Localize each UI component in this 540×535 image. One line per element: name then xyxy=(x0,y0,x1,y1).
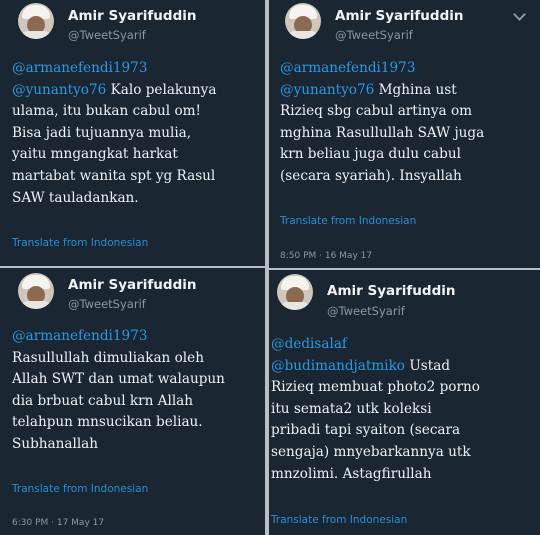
tweet-body: @armanefendi1973 @yunantyo76 Mghina ust … xyxy=(280,58,484,188)
translate-link[interactable]: Translate from Indonesian xyxy=(12,483,148,495)
tweet-text-line: pribadi tapi syaiton (secara xyxy=(271,422,461,439)
avatar[interactable] xyxy=(18,3,54,39)
tweet-text-line: Ustad xyxy=(409,357,451,374)
author-handle[interactable]: @TweetSyarif xyxy=(327,304,405,318)
avatar[interactable] xyxy=(277,274,313,310)
screenshot-collage: Amir Syarifuddin @TweetSyarif @armanefen… xyxy=(0,0,540,535)
author-name[interactable]: Amir Syarifuddin xyxy=(68,8,196,24)
mention-link[interactable]: @armanefendi1973 xyxy=(12,60,147,76)
tweet-text-line: Kalo pelakunya xyxy=(110,81,217,98)
tweet-body: @armanefendi1973 Rasullullah dimuliakan … xyxy=(12,326,225,456)
tweet-text-line: yaitu mngangkat harkat xyxy=(12,146,178,163)
tweet-card-4[interactable]: Amir Syarifuddin @TweetSyarif @dedisalaf… xyxy=(269,270,540,535)
author-handle[interactable]: @TweetSyarif xyxy=(68,28,146,42)
tweet-text-line: telahpun mnsucikan beliau. xyxy=(12,414,203,431)
chevron-down-icon[interactable] xyxy=(513,8,526,21)
tweet-text-line: Bisa jadi tujuannya mulia, xyxy=(12,124,192,141)
tweet-text-line: martabat wanita spt yg Rasul xyxy=(12,167,216,184)
tweet-text-line: Rasullullah dimuliakan oleh xyxy=(12,349,204,366)
author-handle[interactable]: @TweetSyarif xyxy=(68,297,146,311)
tweet-text-line: Mghina ust xyxy=(378,81,457,98)
tweet-text-line: Subhanallah xyxy=(12,435,99,452)
tweet-text-line: (secara syariah). Insyallah xyxy=(280,167,462,184)
avatar[interactable] xyxy=(285,3,321,39)
tweet-text-line: dia brbuat cabul krn Allah xyxy=(12,392,194,409)
tweet-card-3[interactable]: Amir Syarifuddin @TweetSyarif @armanefen… xyxy=(0,268,265,535)
translate-link[interactable]: Translate from Indonesian xyxy=(271,514,407,526)
mention-link[interactable]: @armanefendi1973 xyxy=(12,328,147,344)
author-name[interactable]: Amir Syarifuddin xyxy=(327,283,455,299)
mention-link[interactable]: @dedisalaf xyxy=(271,336,347,352)
author-handle[interactable]: @TweetSyarif xyxy=(335,28,413,42)
tweet-timestamp: 6:30 PM · 17 May 17 xyxy=(12,518,105,528)
author-name[interactable]: Amir Syarifuddin xyxy=(335,8,463,24)
tweet-text-line: Allah SWT dan umat walaupun xyxy=(12,371,225,388)
tweet-text-line: ulama, itu bukan cabul om! xyxy=(12,103,201,120)
tweet-text-line: sengaja) mnyebarkannya utk xyxy=(271,443,471,460)
avatar[interactable] xyxy=(18,273,54,309)
tweet-timestamp: 8:50 PM · 16 May 17 xyxy=(280,251,373,261)
tweet-text-line: Rizieq sbg cabul artinya om xyxy=(280,103,473,120)
mention-link[interactable]: @armanefendi1973 xyxy=(280,60,415,76)
mention-link[interactable]: @yunantyo76 xyxy=(280,82,374,98)
tweet-text-line: SAW tauladankan. xyxy=(12,189,139,206)
author-name[interactable]: Amir Syarifuddin xyxy=(68,277,196,293)
tweet-card-2[interactable]: Amir Syarifuddin @TweetSyarif @armanefen… xyxy=(269,0,540,268)
tweet-text-line: mghina Rasullullah SAW juga xyxy=(280,124,485,141)
tweet-text-line: Rizieq membuat photo2 porno xyxy=(271,379,480,396)
mention-link[interactable]: @yunantyo76 xyxy=(12,82,106,98)
tweet-text-line: itu semata2 utk koleksi xyxy=(271,400,432,417)
tweet-body: @dedisalaf @budimandjatmiko Ustad Rizieq… xyxy=(271,334,480,485)
translate-link[interactable]: Translate from Indonesian xyxy=(280,215,416,227)
tweet-card-1[interactable]: Amir Syarifuddin @TweetSyarif @armanefen… xyxy=(0,0,265,266)
mention-link[interactable]: @budimandjatmiko xyxy=(271,358,405,374)
tweet-body: @armanefendi1973 @yunantyo76 Kalo pelaku… xyxy=(12,58,216,209)
tweet-text-line: krn beliau juga dulu cabul xyxy=(280,146,461,163)
translate-link[interactable]: Translate from Indonesian xyxy=(12,237,148,249)
tweet-text-line: mnzolimi. Astagfirullah xyxy=(271,465,432,482)
